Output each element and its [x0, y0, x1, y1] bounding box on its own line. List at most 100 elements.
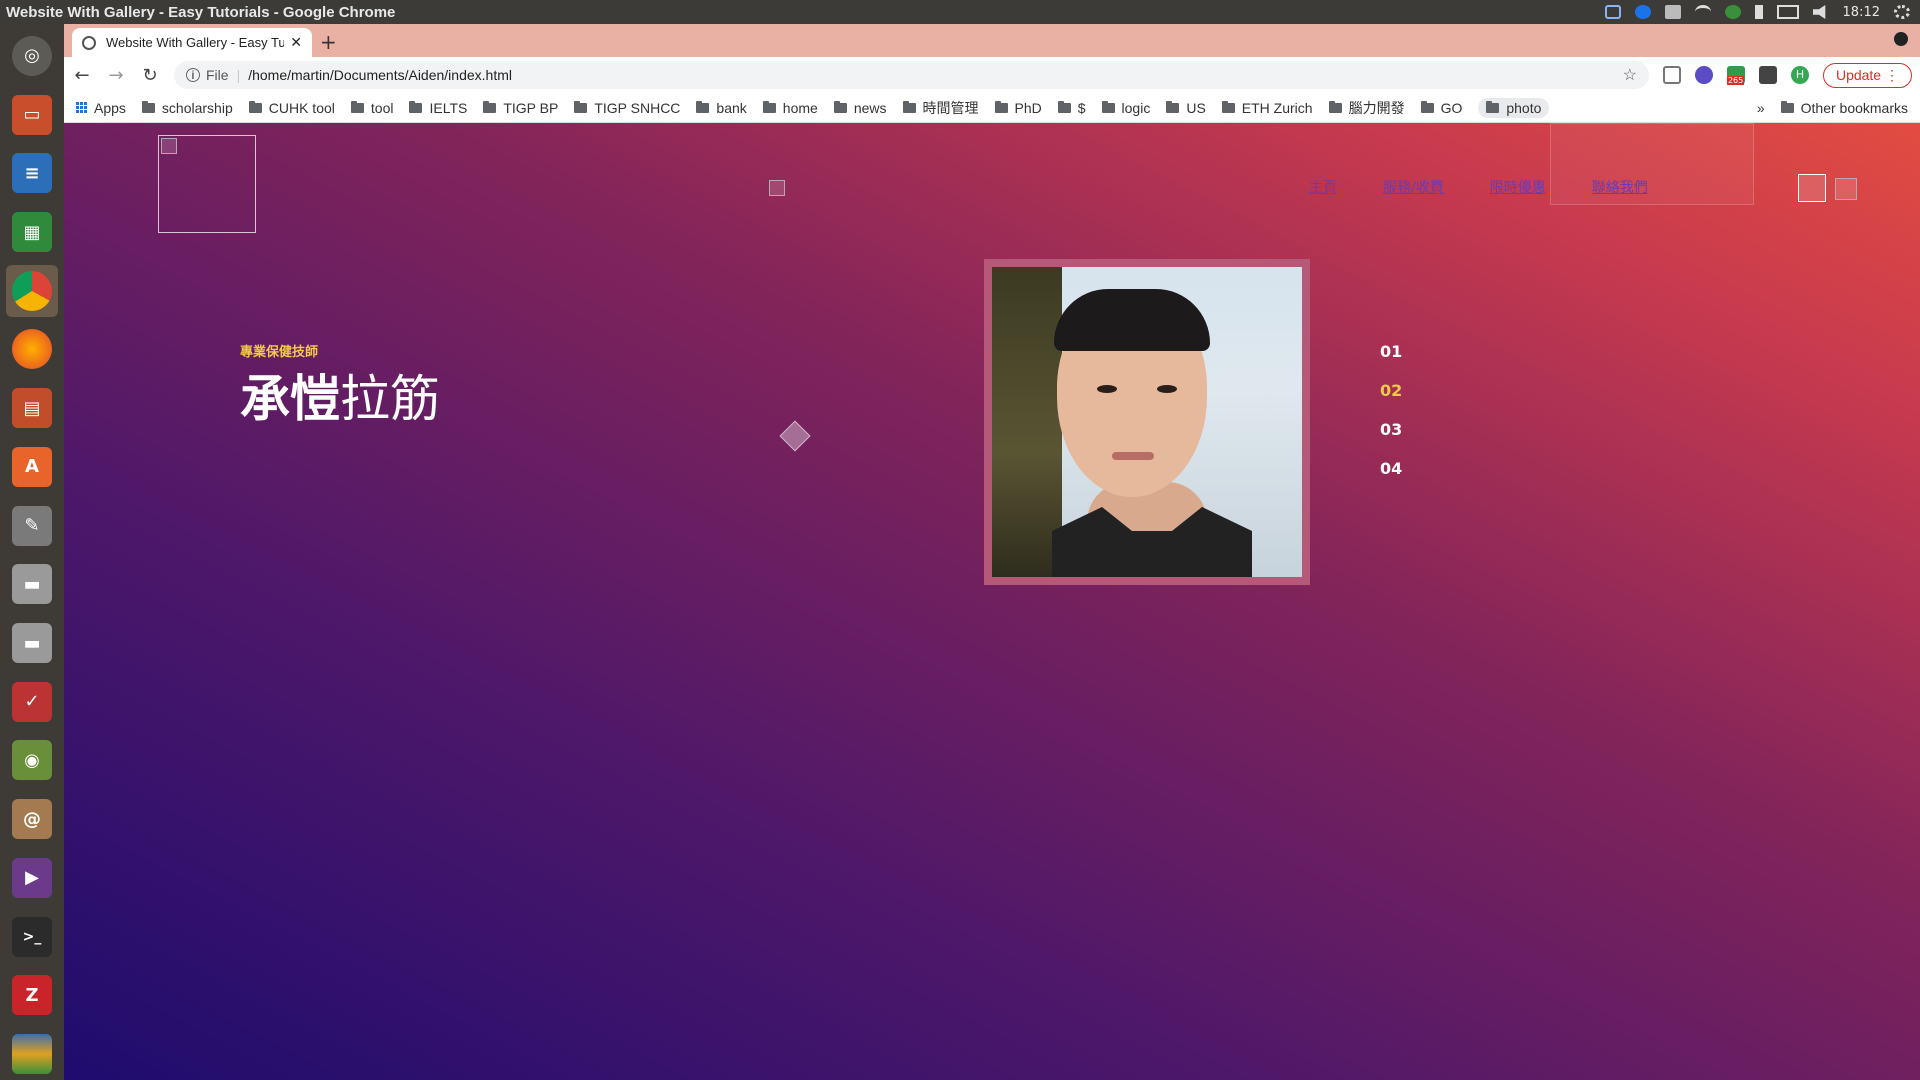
teamviewer-icon[interactable] [1634, 5, 1651, 19]
launcher-writer[interactable]: ≡ [6, 147, 58, 199]
drive-icon: ▬ [12, 623, 52, 664]
bookmark-label: photo [1506, 99, 1542, 116]
bookmark-folder[interactable]: scholarship [141, 100, 233, 116]
launcher-software[interactable]: A [6, 441, 58, 493]
launcher-files[interactable]: ▭ [6, 89, 58, 141]
launcher-dash[interactable]: ◎ [6, 30, 58, 82]
archive-icon: @ [12, 799, 52, 840]
bookmark-folder[interactable]: logic [1101, 100, 1150, 116]
slide-index-02[interactable]: 02 [1380, 381, 1402, 400]
bookmark-folder[interactable]: IELTS [409, 100, 467, 116]
bookmark-folder-active[interactable]: photo [1478, 97, 1550, 118]
nav-link-home[interactable]: 主頁 [1309, 177, 1337, 197]
back-icon[interactable]: ← [72, 65, 92, 86]
logo-image[interactable] [158, 135, 256, 233]
launcher-video[interactable]: ▶ [6, 852, 58, 904]
checkmark-icon: ✓ [12, 681, 52, 722]
info-icon[interactable]: i [186, 68, 200, 82]
bookmark-folder[interactable]: bank [696, 99, 747, 116]
launcher-calc[interactable]: ▦ [6, 206, 58, 258]
bookmark-apps[interactable]: Apps [76, 100, 126, 116]
bookmark-folder[interactable]: home [762, 100, 818, 116]
slide-index-03[interactable]: 03 [1380, 420, 1402, 439]
bluetooth-icon[interactable] [1754, 5, 1763, 19]
bookmark-folder[interactable]: US [1166, 100, 1206, 116]
hero-title-rest: 拉筋 [340, 370, 440, 428]
shield-icon[interactable] [1604, 5, 1621, 19]
translate-extension-icon[interactable] [1694, 66, 1713, 84]
bookmark-label: bank [716, 99, 747, 116]
folder-icon [833, 100, 847, 113]
bookmark-folder[interactable]: 腦力開發 [1328, 98, 1405, 118]
wifi-icon[interactable] [1694, 5, 1711, 19]
folder-icon [574, 100, 588, 113]
calendar-extension-icon[interactable]: 265 [1726, 66, 1745, 85]
gear-icon[interactable] [1894, 5, 1910, 19]
bookmark-folder[interactable]: CUHK tool [248, 100, 335, 116]
bookmark-folder[interactable]: ETH Zurich [1221, 100, 1313, 116]
network-icon[interactable] [1724, 5, 1741, 19]
bookmark-folder[interactable]: TIGP SNHCC [574, 100, 680, 116]
bookmark-folder[interactable]: TIGP BP [483, 100, 558, 116]
bookmark-star-icon[interactable]: ☆ [1623, 65, 1637, 85]
reload-icon[interactable]: ↻ [140, 65, 160, 86]
folder-icon [1420, 100, 1434, 113]
ubuntu-icon: ◎ [12, 35, 52, 76]
url-text[interactable]: /home/martin/Documents/Aiden/index.html [248, 67, 512, 83]
hero-title-bold: 承愷 [240, 370, 340, 428]
nav-link-offers[interactable]: 限時優惠 [1490, 177, 1546, 197]
bookmarks-overflow-button[interactable]: » [1757, 100, 1765, 116]
new-tab-button[interactable]: + [320, 30, 337, 54]
launcher-viewer[interactable]: ◉ [6, 735, 58, 787]
launcher-stacked[interactable] [6, 1028, 58, 1080]
clock[interactable]: 18:12 [1843, 5, 1880, 20]
bookmark-folder[interactable]: $ [1057, 100, 1086, 116]
launcher-terminal[interactable]: >_ [6, 911, 58, 963]
cast-icon[interactable] [1662, 66, 1681, 84]
launcher-drive-1[interactable]: ▬ [6, 558, 58, 610]
tab-close-icon[interactable]: ✕ [290, 34, 302, 51]
launcher-archive[interactable]: @ [6, 793, 58, 845]
folder-icon [1057, 100, 1071, 113]
photo-background-plant [992, 267, 1062, 577]
volume-icon[interactable] [1812, 5, 1826, 19]
launcher-impress[interactable]: ▤ [6, 382, 58, 434]
launcher-settings[interactable]: ✎ [6, 500, 58, 552]
launcher-checker[interactable]: ✓ [6, 676, 58, 728]
bookmarks-bar: Apps scholarship CUHK tool tool IELTS TI… [64, 93, 1920, 123]
bookmark-folder[interactable]: PhD [994, 100, 1042, 116]
main-nav: 主頁 服務/收費 限時優惠 聯絡我們 [1309, 177, 1648, 197]
slide-index-04[interactable]: 04 [1380, 459, 1402, 478]
menu-image-icon[interactable] [1798, 174, 1826, 202]
puzzle-extensions-icon[interactable] [1758, 66, 1777, 84]
profile-avatar[interactable]: H [1790, 66, 1809, 84]
launcher-chrome[interactable] [6, 264, 58, 317]
nav-link-services[interactable]: 服務/收費 [1383, 177, 1444, 197]
address-bar[interactable]: i File | /home/martin/Documents/Aiden/in… [174, 61, 1649, 89]
bookmark-folder[interactable]: 時間管理 [902, 98, 979, 118]
software-center-icon: A [12, 446, 52, 487]
forward-icon[interactable]: → [106, 65, 126, 86]
photo-eye-left [1097, 385, 1117, 393]
bookmark-folder[interactable]: tool [350, 100, 393, 116]
bookmark-label: news [853, 99, 887, 116]
globe-icon [82, 35, 96, 50]
slide-index-01[interactable]: 01 [1380, 342, 1402, 361]
launcher-drive-2[interactable]: ▬ [6, 617, 58, 669]
update-button[interactable]: Update ⋮ [1822, 62, 1912, 88]
bookmark-other[interactable]: Other bookmarks [1780, 100, 1908, 116]
bookmark-folder[interactable]: news [833, 99, 887, 116]
bookmark-folder[interactable]: GO [1420, 100, 1462, 116]
url-scheme: File [206, 67, 229, 83]
gallery-photo-frame[interactable] [984, 259, 1310, 585]
launcher-firefox[interactable] [6, 324, 58, 376]
search-image-icon[interactable] [1835, 178, 1857, 200]
printer-icon[interactable] [1664, 5, 1681, 19]
folder-icon [994, 100, 1008, 113]
launcher-filezilla[interactable]: Z [6, 970, 58, 1022]
extension-badge: 265 [1726, 76, 1745, 85]
battery-icon[interactable] [1776, 5, 1799, 19]
nav-link-contact[interactable]: 聯絡我們 [1592, 177, 1648, 197]
tab-search-icon[interactable] [1894, 32, 1908, 46]
tab-active[interactable]: Website With Gallery - Easy Tutorials ✕ [72, 28, 312, 57]
